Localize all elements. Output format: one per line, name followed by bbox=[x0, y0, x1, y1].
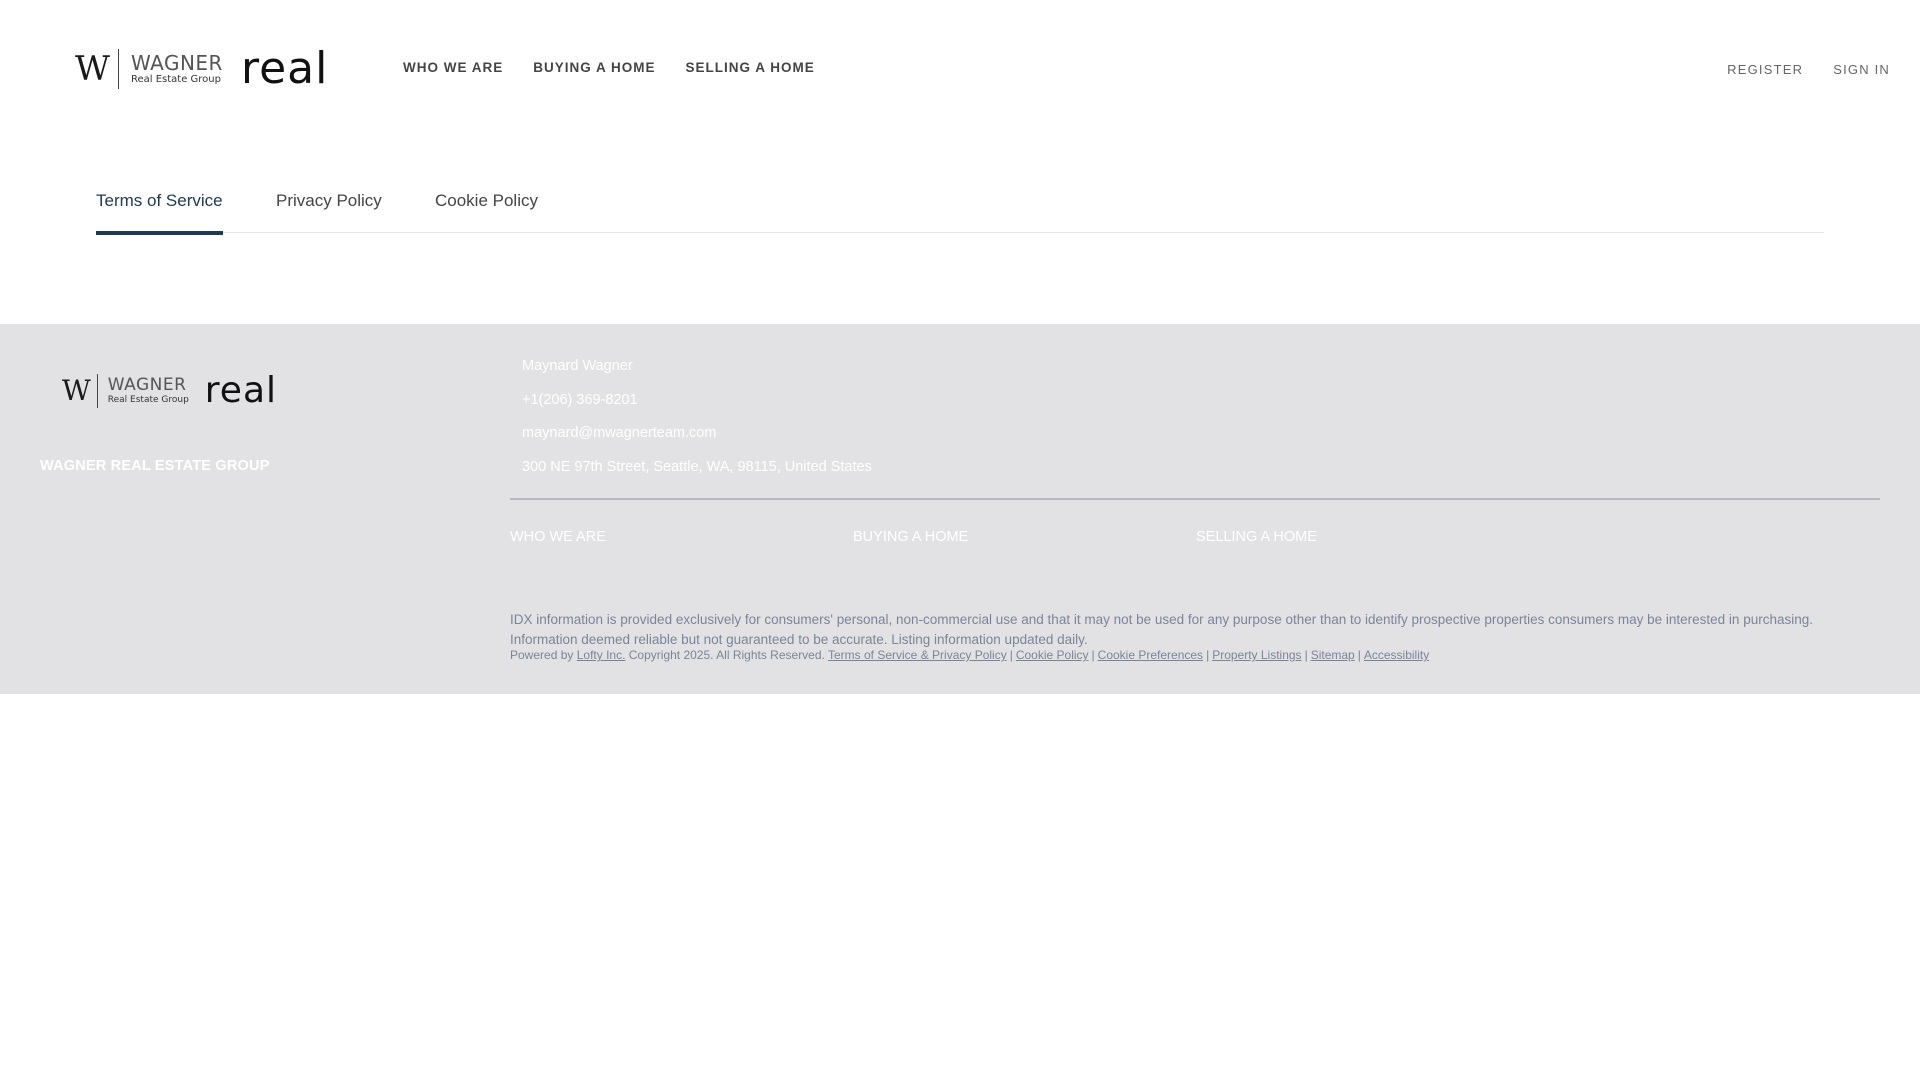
lofty-link[interactable]: Lofty Inc. bbox=[577, 648, 626, 662]
tab-cookie-policy[interactable]: Cookie Policy bbox=[435, 191, 538, 231]
property-listings-link[interactable]: Property Listings bbox=[1212, 648, 1301, 662]
real-logo-icon: real bbox=[240, 43, 329, 94]
nav-selling-a-home[interactable]: SELLING A HOME bbox=[686, 60, 815, 75]
real-logo-icon: real bbox=[204, 370, 278, 411]
contact-phone[interactable]: +1(206) 369-8201 bbox=[522, 390, 872, 424]
wagner-logo-icon: W bbox=[75, 49, 110, 89]
brand-text: WAGNER Real Estate Group bbox=[131, 53, 223, 85]
brand-name: WAGNER bbox=[107, 375, 187, 395]
footer-divider bbox=[510, 498, 1880, 500]
legal-separator: | bbox=[1009, 648, 1013, 662]
brand-name: WAGNER bbox=[130, 51, 223, 75]
main-nav: WHO WE ARE BUYING A HOME SELLING A HOME bbox=[403, 60, 815, 75]
site-logo[interactable]: W WAGNER Real Estate Group real bbox=[75, 46, 328, 92]
legal-separator: | bbox=[1091, 648, 1095, 662]
contact-address: 300 NE 97th Street, Seattle, WA, 98115, … bbox=[522, 458, 872, 475]
legal-separator: | bbox=[1206, 648, 1210, 662]
cookie-policy-link[interactable]: Cookie Policy bbox=[1016, 648, 1089, 662]
footer-nav-buying-a-home[interactable]: BUYING A HOME bbox=[853, 529, 968, 545]
footer-nav: WHO WE ARE BUYING A HOME SELLING A HOME bbox=[510, 529, 1880, 553]
powered-by-text: Powered by bbox=[510, 648, 574, 662]
footer-nav-who-we-are[interactable]: WHO WE ARE bbox=[510, 529, 606, 545]
tab-terms-of-service[interactable]: Terms of Service bbox=[96, 191, 223, 235]
nav-buying-a-home[interactable]: BUYING A HOME bbox=[533, 60, 655, 75]
wagner-logo-icon: W bbox=[62, 374, 91, 407]
site-footer: W WAGNER Real Estate Group real WAGNER R… bbox=[0, 324, 1920, 694]
copyright-text: Copyright 2025. All Rights Reserved. bbox=[628, 648, 825, 662]
brand-subtitle: Real Estate Group bbox=[130, 74, 221, 85]
idx-disclaimer: IDX information is provided exclusively … bbox=[510, 612, 1813, 647]
tab-privacy-policy[interactable]: Privacy Policy bbox=[276, 191, 382, 231]
account-nav: REGISTER SIGN IN bbox=[1727, 62, 1890, 77]
cookie-preferences-link[interactable]: Cookie Preferences bbox=[1098, 648, 1203, 662]
brand-subtitle: Real Estate Group bbox=[107, 395, 189, 405]
contact-email[interactable]: maynard@mwagnerteam.com bbox=[522, 423, 872, 457]
footer-company-name: WAGNER REAL ESTATE GROUP bbox=[40, 458, 270, 474]
footer-contact: Maynard Wagner +1(206) 369-8201 maynard@… bbox=[522, 356, 872, 490]
logo-divider bbox=[96, 374, 98, 408]
sign-in-link[interactable]: SIGN IN bbox=[1833, 62, 1890, 77]
legal-separator: | bbox=[1304, 648, 1308, 662]
logo-divider bbox=[117, 49, 119, 89]
legal-line: Powered by Lofty Inc. Copyright 2025. Al… bbox=[510, 648, 1880, 662]
legal-separator: | bbox=[1357, 648, 1361, 662]
brand-text: WAGNER Real Estate Group bbox=[108, 377, 189, 405]
contact-name: Maynard Wagner bbox=[522, 358, 633, 374]
nav-who-we-are[interactable]: WHO WE ARE bbox=[403, 60, 503, 75]
policy-tabs: Terms of Service Privacy Policy Cookie P… bbox=[96, 185, 1824, 235]
sitemap-link[interactable]: Sitemap bbox=[1311, 648, 1355, 662]
site-header: W WAGNER Real Estate Group real WHO WE A… bbox=[0, 0, 1920, 140]
footer-nav-selling-a-home[interactable]: SELLING A HOME bbox=[1196, 529, 1317, 545]
accessibility-link[interactable]: Accessibility bbox=[1364, 648, 1429, 662]
terms-privacy-link[interactable]: Terms of Service & Privacy Policy bbox=[828, 648, 1007, 662]
footer-logo[interactable]: W WAGNER Real Estate Group real bbox=[62, 372, 277, 410]
register-link[interactable]: REGISTER bbox=[1727, 62, 1803, 77]
